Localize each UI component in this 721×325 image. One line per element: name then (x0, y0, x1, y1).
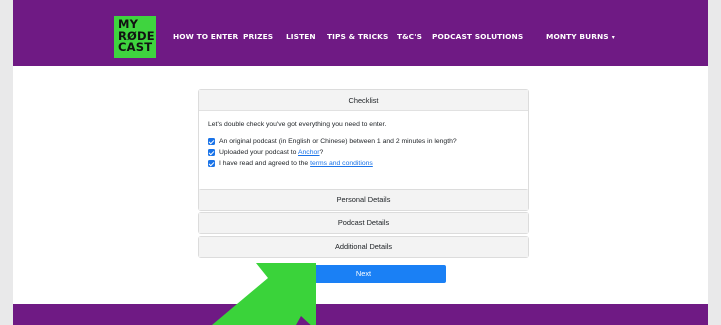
arrow-shape (212, 263, 316, 325)
arrow-pointer-icon (212, 263, 316, 325)
